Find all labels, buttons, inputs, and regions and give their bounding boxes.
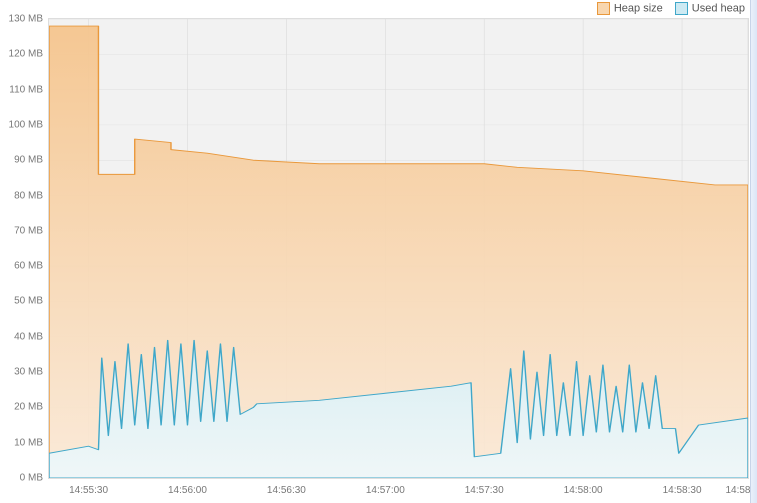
y-tick: 10 MB (14, 437, 49, 448)
square-icon (675, 2, 688, 15)
square-icon (597, 2, 610, 15)
y-tick: 100 MB (9, 119, 49, 130)
y-tick: 80 MB (14, 190, 49, 201)
legend-label: Used heap (692, 2, 745, 14)
legend-label: Heap size (614, 2, 663, 14)
y-tick: 70 MB (14, 225, 49, 236)
x-tick: 14:58 (725, 485, 750, 496)
chart-svg (49, 19, 748, 478)
chart-plot-area[interactable]: 0 MB10 MB20 MB30 MB40 MB50 MB60 MB70 MB8… (48, 18, 749, 479)
x-tick: 14:58:00 (564, 485, 603, 496)
y-tick: 90 MB (14, 155, 49, 166)
x-tick: 14:55:30 (69, 485, 108, 496)
x-tick: 14:56:00 (168, 485, 207, 496)
x-tick: 14:57:30 (465, 485, 504, 496)
y-tick: 20 MB (14, 402, 49, 413)
y-tick: 40 MB (14, 331, 49, 342)
legend-item-heap-size: Heap size (597, 2, 663, 15)
y-tick: 0 MB (20, 473, 49, 484)
window-left-border (0, 0, 2, 503)
x-tick: 14:56:30 (267, 485, 306, 496)
y-tick: 60 MB (14, 261, 49, 272)
y-tick: 120 MB (9, 49, 49, 60)
x-tick: 14:57:00 (366, 485, 405, 496)
legend-item-used-heap: Used heap (675, 2, 745, 15)
y-tick: 30 MB (14, 367, 49, 378)
chart-legend: Heap size Used heap (597, 2, 745, 15)
heap-monitor-panel: { "legend": { "heap_size": {"label": "He… (0, 0, 757, 503)
y-tick: 130 MB (9, 14, 49, 25)
window-right-border (750, 0, 757, 503)
y-tick: 110 MB (9, 84, 49, 95)
y-tick: 50 MB (14, 296, 49, 307)
x-tick: 14:58:30 (663, 485, 702, 496)
